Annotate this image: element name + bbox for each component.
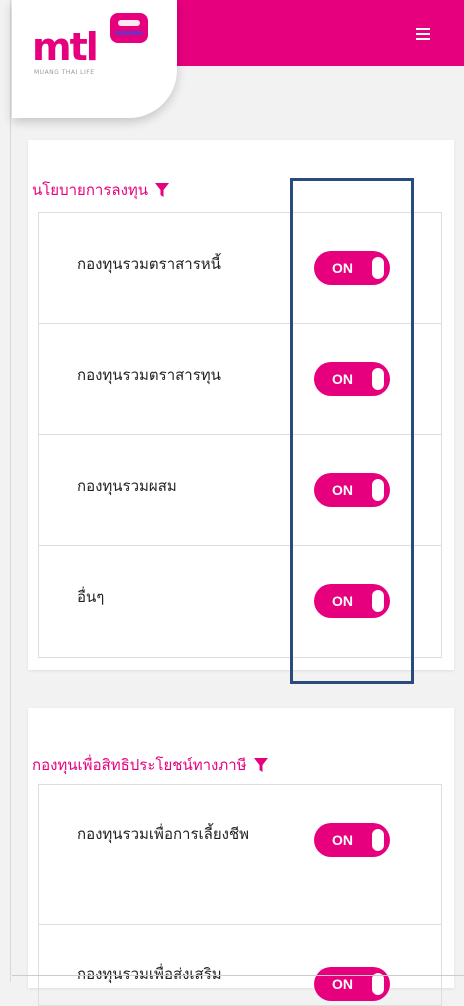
toggle-knob [372, 973, 384, 995]
item-label: กองทุนรวมเพื่อการเลี้ยงชีพ [77, 825, 250, 843]
hamburger-menu-icon[interactable] [416, 28, 430, 40]
page-edge [10, 0, 11, 982]
tax-benefit-list: กองทุนรวมเพื่อการเลี้ยงชีพ ON กองทุนรวมเ… [38, 784, 442, 1006]
funnel-filter-icon[interactable] [253, 757, 269, 773]
item-label: กองทุนรวมตราสารทุน [77, 366, 221, 384]
highlight-annotation-box [290, 178, 414, 684]
toggle-label: ON [332, 976, 353, 992]
section-title-tax-benefit: กองทุนเพื่อสิทธิประโยชน์ทางภาษี [32, 753, 269, 777]
item-label: กองทุนรวมผสม [77, 477, 177, 495]
toggle-switch-on[interactable]: ON [314, 823, 390, 857]
logo-card[interactable]: mtl MUANG THAI LIFE [12, 0, 177, 118]
funnel-filter-icon[interactable] [154, 182, 170, 198]
logo-tagline: MUANG THAI LIFE [34, 69, 95, 76]
section-title-text: นโยบายการลงทุน [32, 181, 149, 199]
tax-benefit-funds-card: กองทุนเพื่อสิทธิประโยชน์ทางภาษี กองทุนรว… [28, 708, 454, 1006]
list-item: กองทุนรวมเพื่อส่งเสริม ON [39, 925, 441, 1005]
toggle-label: ON [332, 832, 353, 848]
logo-text: mtl [32, 25, 99, 69]
item-label: กองทุนรวมตราสารหนี้ [77, 255, 221, 273]
section-title-investment-policy: นโยบายการลงทุน [32, 178, 170, 202]
section-title-text: กองทุนเพื่อสิทธิประโยชน์ทางภาษี [32, 756, 247, 774]
toggle-knob [372, 829, 384, 851]
toggle-switch-on[interactable]: ON [314, 967, 390, 1001]
item-label: อื่นๆ [77, 588, 105, 606]
logo-badge-icon [110, 13, 148, 43]
bottom-divider [12, 975, 464, 976]
list-item: กองทุนรวมเพื่อการเลี้ยงชีพ ON [39, 785, 441, 925]
